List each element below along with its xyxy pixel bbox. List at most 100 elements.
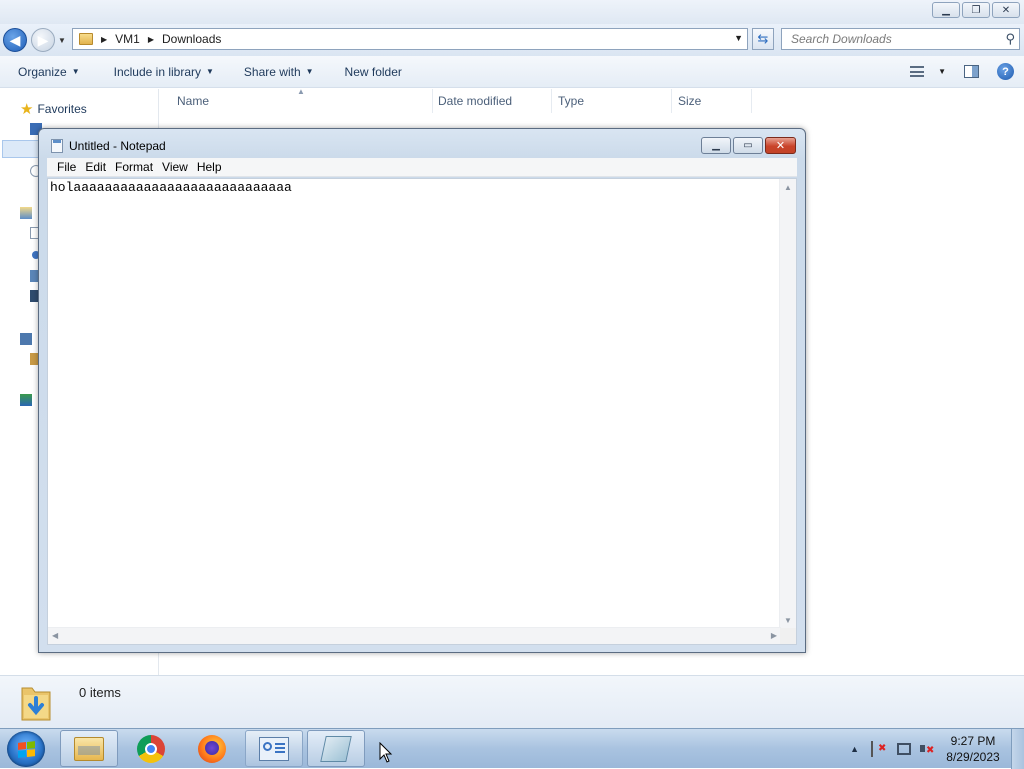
explorer-minimize-button[interactable]: ▁ bbox=[932, 2, 960, 18]
include-in-library-label: Include in library bbox=[113, 64, 201, 79]
computer-icon[interactable] bbox=[20, 333, 32, 345]
show-hidden-icons-icon[interactable]: ▲ bbox=[850, 744, 859, 754]
search-icon[interactable]: ⚲ bbox=[1005, 31, 1015, 47]
scroll-down-icon[interactable]: ▼ bbox=[784, 616, 792, 625]
taskbar-control-panel[interactable] bbox=[245, 730, 303, 767]
explorer-title-bar[interactable]: ▁ ❐ ✕ bbox=[0, 0, 1024, 24]
address-dropdown-icon[interactable]: ▼ bbox=[734, 33, 743, 43]
breadcrumb-item[interactable]: Downloads bbox=[162, 32, 221, 46]
notepad-title: Untitled - Notepad bbox=[69, 139, 166, 153]
network-icon[interactable] bbox=[897, 743, 911, 755]
chevron-down-icon: ▼ bbox=[305, 67, 314, 76]
taskbar-firefox[interactable] bbox=[183, 730, 241, 767]
new-folder-button[interactable]: New folder bbox=[345, 65, 402, 79]
network-icon[interactable] bbox=[20, 394, 32, 406]
notepad-window: Untitled - Notepad ▁ ▭ ✕ File Edit Forma… bbox=[38, 128, 806, 653]
volume-muted-icon[interactable] bbox=[919, 741, 935, 757]
notepad-title-bar[interactable]: Untitled - Notepad ▁ ▭ ✕ bbox=[39, 129, 805, 159]
resize-grip[interactable] bbox=[780, 628, 796, 644]
scroll-right-icon[interactable]: ▶ bbox=[771, 631, 777, 640]
taskbar-google-chrome[interactable] bbox=[122, 730, 180, 767]
menu-format[interactable]: Format bbox=[111, 160, 157, 174]
notepad-icon[interactable] bbox=[51, 139, 63, 153]
libraries-icon[interactable] bbox=[20, 207, 32, 219]
address-bar[interactable]: ▶ VM1 ▶ Downloads ▼ bbox=[72, 28, 748, 50]
menu-edit[interactable]: Edit bbox=[81, 160, 110, 174]
folder-icon bbox=[79, 33, 93, 45]
refresh-icon: ⇆ bbox=[757, 31, 769, 46]
nav-item-favorites[interactable]: ★ Favorites bbox=[20, 100, 87, 118]
system-clock[interactable]: 9:27 PM 8/29/2023 bbox=[943, 733, 1003, 765]
change-view-button[interactable]: ▼ bbox=[910, 66, 946, 77]
scroll-up-icon[interactable]: ▲ bbox=[784, 183, 792, 192]
notepad-caption-buttons: ▁ ▭ ✕ bbox=[701, 137, 796, 154]
menu-help[interactable]: Help bbox=[193, 160, 226, 174]
new-folder-label: New folder bbox=[344, 64, 402, 79]
breadcrumb-separator-icon[interactable]: ▶ bbox=[101, 35, 107, 44]
windows-explorer-icon bbox=[74, 736, 104, 761]
share-with-label: Share with bbox=[243, 64, 301, 79]
include-in-library-menu[interactable]: Include in library ▼ bbox=[114, 65, 214, 79]
preview-pane-icon[interactable] bbox=[964, 65, 979, 78]
breadcrumb-item[interactable]: VM1 bbox=[115, 32, 140, 46]
organize-label: Organize bbox=[18, 64, 67, 79]
clock-time: 9:27 PM bbox=[950, 734, 996, 748]
taskbar-windows-explorer[interactable] bbox=[60, 730, 118, 767]
column-header-date-modified[interactable]: Date modified bbox=[438, 94, 512, 108]
notepad-minimize-button[interactable]: ▁ bbox=[701, 137, 731, 154]
action-center-flag-icon[interactable] bbox=[871, 741, 889, 757]
column-divider[interactable] bbox=[671, 89, 672, 113]
menu-view[interactable]: View bbox=[158, 160, 192, 174]
view-list-icon bbox=[910, 66, 925, 77]
chevron-down-icon: ▼ bbox=[206, 67, 214, 76]
organize-menu[interactable]: Organize ▼ bbox=[18, 65, 80, 79]
breadcrumb-separator-icon[interactable]: ▶ bbox=[148, 35, 154, 44]
menu-file[interactable]: File bbox=[53, 160, 80, 174]
refresh-button[interactable]: ⇆ bbox=[752, 28, 774, 50]
explorer-caption-buttons: ▁ ❐ ✕ bbox=[932, 2, 1020, 18]
notepad-menu-bar: File Edit Format View Help bbox=[47, 158, 797, 177]
windows-logo-icon bbox=[17, 740, 35, 758]
search-box[interactable]: ⚲ bbox=[781, 28, 1020, 50]
explorer-restore-button[interactable]: ❐ bbox=[962, 2, 990, 18]
recent-pages-dropdown[interactable]: ▼ bbox=[58, 36, 66, 45]
chevron-down-icon: ▼ bbox=[71, 67, 80, 76]
notepad-icon bbox=[320, 735, 352, 762]
sort-ascending-icon: ▲ bbox=[297, 87, 305, 96]
favorites-label: Favorites bbox=[37, 102, 87, 116]
back-button[interactable]: ◀ bbox=[3, 28, 27, 52]
back-arrow-icon: ◀ bbox=[9, 31, 21, 48]
firefox-icon bbox=[198, 734, 226, 763]
column-header-size[interactable]: Size bbox=[678, 94, 701, 108]
start-button[interactable] bbox=[7, 731, 45, 767]
chrome-icon bbox=[137, 734, 165, 763]
share-with-menu[interactable]: Share with ▼ bbox=[244, 65, 314, 79]
downloads-folder-icon bbox=[21, 687, 51, 721]
column-divider[interactable] bbox=[751, 89, 752, 113]
star-icon: ★ bbox=[20, 101, 34, 118]
column-header-name[interactable]: Name bbox=[177, 94, 209, 108]
vertical-scrollbar[interactable]: ▲ ▼ bbox=[779, 179, 796, 629]
address-toolbar: ◀ ▶ ▼ ▶ VM1 ▶ Downloads ▼ ⇆ ⚲ bbox=[0, 24, 1024, 56]
forward-button[interactable]: ▶ bbox=[31, 28, 55, 52]
help-icon[interactable]: ? bbox=[997, 63, 1014, 80]
notepad-close-button[interactable]: ✕ bbox=[765, 137, 796, 154]
horizontal-scrollbar[interactable]: ◀ ▶ bbox=[48, 627, 781, 644]
notepad-editor: holaaaaaaaaaaaaaaaaaaaaaaaaaaaa ▲ ▼ ◀ ▶ bbox=[47, 178, 797, 645]
column-divider[interactable] bbox=[551, 89, 552, 113]
column-divider[interactable] bbox=[432, 89, 433, 113]
column-header-type[interactable]: Type bbox=[558, 94, 584, 108]
clock-date: 8/29/2023 bbox=[946, 750, 1000, 764]
scroll-left-icon[interactable]: ◀ bbox=[52, 631, 58, 640]
item-count: 0 items bbox=[79, 685, 121, 700]
search-input[interactable] bbox=[789, 31, 1003, 47]
notepad-maximize-button[interactable]: ▭ bbox=[733, 137, 763, 154]
details-pane: 0 items bbox=[0, 675, 1024, 729]
taskbar-notepad[interactable] bbox=[307, 730, 365, 767]
show-desktop-button[interactable] bbox=[1011, 729, 1024, 769]
explorer-close-button[interactable]: ✕ bbox=[992, 2, 1020, 18]
control-panel-icon bbox=[259, 736, 289, 761]
notepad-text-area[interactable]: holaaaaaaaaaaaaaaaaaaaaaaaaaaaa bbox=[48, 179, 781, 629]
nav-item-selected[interactable] bbox=[2, 140, 42, 158]
taskbar: ▲ 9:27 PM 8/29/2023 bbox=[0, 728, 1024, 769]
